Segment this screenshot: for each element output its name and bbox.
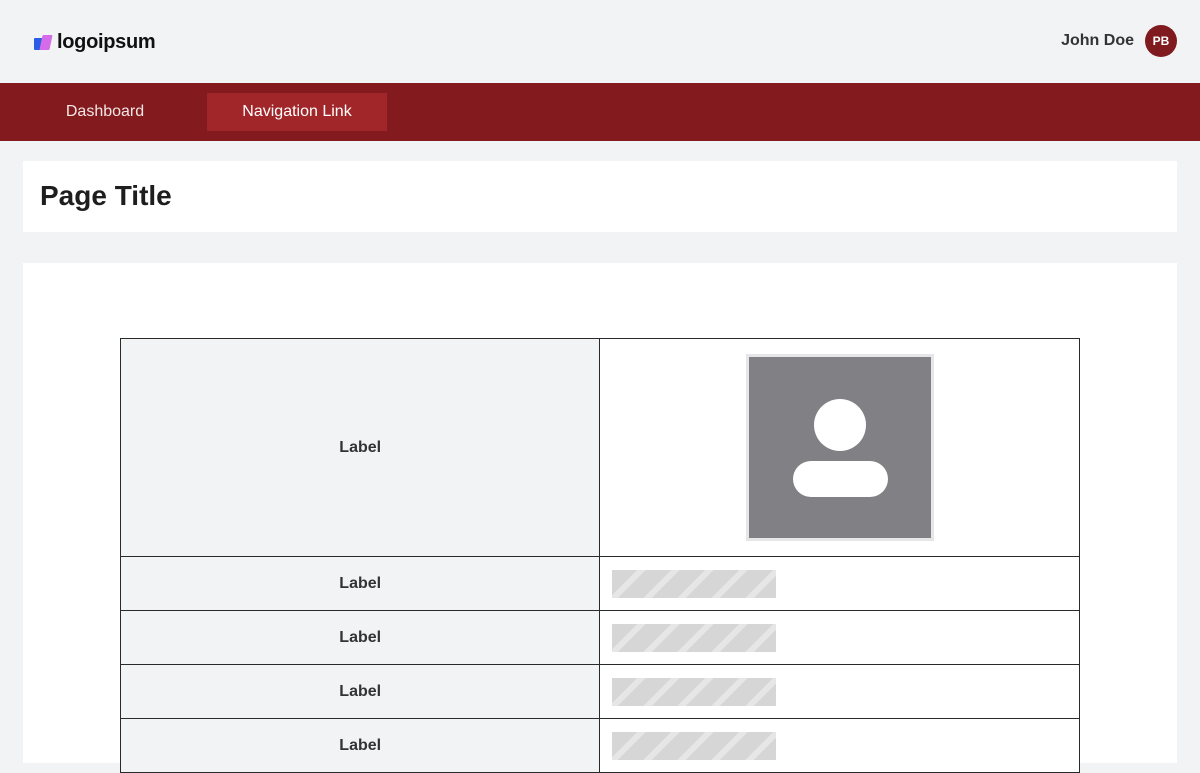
- detail-table: Label Label Label Label Label: [119, 338, 1080, 773]
- nav-item-navigation-link[interactable]: Navigation Link: [207, 93, 387, 131]
- text-placeholder: [612, 731, 777, 760]
- user-menu[interactable]: John Doe PB: [1061, 25, 1177, 57]
- text-placeholder: [612, 677, 777, 706]
- main-navigation: Dashboard Navigation Link: [0, 83, 1200, 141]
- row-value: [599, 338, 1080, 557]
- user-photo-placeholder-icon: [745, 354, 934, 541]
- row-label: Label: [119, 664, 601, 719]
- row-value: [599, 718, 1080, 773]
- page-title: Page Title: [40, 180, 172, 211]
- logo-icon: [34, 34, 53, 50]
- logo-text: logoipsum: [57, 30, 156, 53]
- avatar-initials: PB: [1152, 34, 1170, 48]
- row-value: [599, 610, 1080, 665]
- page-title-card: Page Title: [23, 161, 1177, 232]
- text-placeholder: [612, 623, 777, 652]
- row-value: [599, 664, 1080, 719]
- table-row: Label: [119, 338, 1080, 557]
- table-row: Label: [119, 718, 1080, 773]
- row-label: Label: [119, 556, 601, 611]
- avatar[interactable]: PB: [1145, 25, 1177, 57]
- table-row: Label: [119, 610, 1080, 665]
- user-name: John Doe: [1061, 32, 1134, 49]
- row-label: Label: [119, 338, 601, 557]
- top-header: logoipsum John Doe PB: [0, 0, 1200, 83]
- table-row: Label: [119, 556, 1080, 611]
- nav-item-dashboard[interactable]: Dashboard: [34, 93, 176, 131]
- content-card: Label Label Label Label Label: [23, 263, 1177, 773]
- table-row: Label: [119, 664, 1080, 719]
- row-label: Label: [119, 610, 601, 665]
- logo[interactable]: logoipsum: [34, 30, 156, 54]
- text-placeholder: [612, 569, 777, 598]
- row-value: [599, 556, 1080, 611]
- row-label: Label: [119, 718, 601, 773]
